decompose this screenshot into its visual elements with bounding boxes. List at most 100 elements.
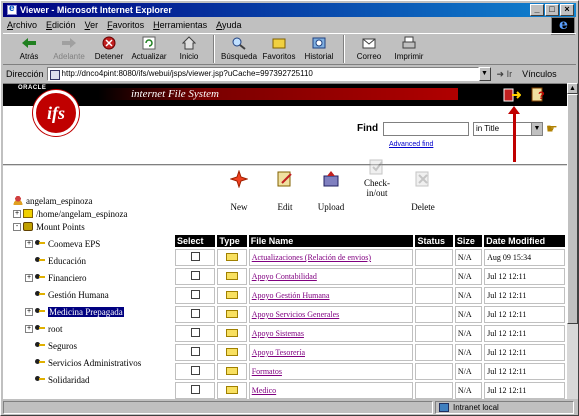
expand-icon[interactable]: + xyxy=(13,209,21,218)
tree-item-servicios-administrativos[interactable]: Servicios Administrativos xyxy=(35,356,141,369)
tree-item-solidaridad[interactable]: Solidaridad xyxy=(35,373,90,386)
key-icon xyxy=(35,324,45,333)
select-checkbox[interactable] xyxy=(190,309,200,318)
back-button[interactable]: Atrás xyxy=(9,34,49,64)
address-dropdown-button[interactable]: ▼ xyxy=(478,67,491,81)
mount-points-icon xyxy=(23,222,33,231)
select-checkbox[interactable] xyxy=(190,252,200,261)
expand-icon[interactable]: + xyxy=(25,324,33,333)
folder-icon xyxy=(226,271,239,280)
status-cell xyxy=(415,306,453,323)
tree-item-seguros[interactable]: Seguros xyxy=(35,339,77,352)
toolbar-separator xyxy=(213,35,215,63)
upload-label: Upload xyxy=(317,202,345,212)
menu-ver[interactable]: Ver xyxy=(85,20,99,30)
tree-item-label: Mount Points xyxy=(36,221,85,232)
type-cell xyxy=(217,249,247,266)
scroll-thumb[interactable] xyxy=(567,94,578,324)
ifs-logo: ifs xyxy=(33,90,79,136)
select-checkbox[interactable] xyxy=(190,290,200,299)
menu-ayuda[interactable]: Ayuda xyxy=(216,20,241,30)
key-icon xyxy=(35,239,45,248)
user-icon xyxy=(13,196,23,205)
frame-divider[interactable] xyxy=(3,164,567,167)
tree-item-gestion-humana[interactable]: Gestión Humana xyxy=(35,288,109,301)
mail-icon xyxy=(361,36,377,50)
tree-item-medicina-prepagada[interactable]: + Medicina Prepagada xyxy=(25,305,124,318)
advanced-find-link[interactable]: Advanced find xyxy=(389,141,433,148)
file-link[interactable]: Formatos xyxy=(252,367,282,376)
logout-icon[interactable] xyxy=(503,87,522,103)
ifs-header: ORACLE internet File System ? xyxy=(3,84,567,106)
file-link[interactable]: Apoyo Gestión Humana xyxy=(252,291,330,300)
select-checkbox[interactable] xyxy=(190,366,200,375)
checkinout-button[interactable]: Check-in/out xyxy=(357,158,397,198)
key-icon xyxy=(35,256,45,265)
file-link[interactable]: Apoyo Servicios Generales xyxy=(252,310,340,319)
menu-favoritos[interactable]: Favoritos xyxy=(107,20,144,30)
home-button[interactable]: Inicio xyxy=(169,34,209,64)
select-checkbox[interactable] xyxy=(190,271,200,280)
menu-edicion[interactable]: Edición xyxy=(46,20,76,30)
tree-item-educacion[interactable]: Educación xyxy=(35,254,86,267)
find-scope-select[interactable]: in Title ▼ xyxy=(473,122,543,136)
table-row: Apoyo Contabilidad N/A Jul 12 12:11 xyxy=(175,268,565,285)
go-button[interactable]: ➜ Ir xyxy=(497,69,513,80)
checkinout-icon xyxy=(368,158,386,176)
tree-item-home[interactable]: + /home/angelam_espinoza xyxy=(13,207,127,220)
upload-button[interactable]: Upload xyxy=(311,170,351,212)
stop-button[interactable]: Detener xyxy=(89,34,129,64)
title-bar: Viewer - Microsoft Internet Explorer _ □… xyxy=(3,3,576,17)
file-link[interactable]: Apoyo Tesorería xyxy=(252,348,305,357)
file-link[interactable]: Medico xyxy=(252,386,276,395)
help-icon[interactable]: ? xyxy=(531,87,549,103)
address-input[interactable]: http://dnco4pint:8080/ifs/webui/jsps/vie… xyxy=(46,67,479,81)
maximize-button[interactable]: □ xyxy=(545,4,559,16)
pointing-hand-icon[interactable]: ☛ xyxy=(546,121,558,137)
select-checkbox[interactable] xyxy=(190,328,200,337)
type-cell xyxy=(217,268,247,285)
scroll-up-button[interactable]: ▲ xyxy=(567,83,578,94)
mail-button[interactable]: Correo xyxy=(349,34,389,64)
expand-icon[interactable]: + xyxy=(25,273,33,282)
menu-archivo[interactable]: Archivo xyxy=(7,20,37,30)
edit-button[interactable]: Edit xyxy=(265,170,305,212)
select-checkbox[interactable] xyxy=(190,347,200,356)
menu-herramientas[interactable]: Herramientas xyxy=(153,20,207,30)
status-cell xyxy=(415,249,453,266)
find-input[interactable] xyxy=(383,122,469,136)
tree-item-coomeva[interactable]: + Coomeva EPS xyxy=(25,237,100,250)
file-link[interactable]: Apoyo Contabilidad xyxy=(252,272,317,281)
close-button[interactable]: × xyxy=(560,4,574,16)
refresh-label: Actualizar xyxy=(131,52,167,61)
size-cell: N/A xyxy=(454,344,483,361)
tree-item-root[interactable]: + root xyxy=(25,322,63,335)
expand-icon[interactable]: + xyxy=(25,307,33,316)
window-controls: _ □ × xyxy=(530,4,574,16)
refresh-button[interactable]: Actualizar xyxy=(129,34,169,64)
minimize-button[interactable]: _ xyxy=(530,4,544,16)
search-button[interactable]: Búsqueda xyxy=(219,34,259,64)
file-table: Select Type File Name Status Size Date M… xyxy=(173,233,567,399)
file-link[interactable]: Apoyo Sistemas xyxy=(252,329,304,338)
forward-button[interactable]: Adelante xyxy=(49,34,89,64)
tree-item-user[interactable]: angelam_espinoza xyxy=(13,194,92,207)
favorites-button[interactable]: Favoritos xyxy=(259,34,299,64)
select-checkbox[interactable] xyxy=(190,385,200,394)
delete-button[interactable]: Delete xyxy=(403,170,443,212)
search-label: Búsqueda xyxy=(220,52,258,61)
vertical-scrollbar[interactable]: ▲ xyxy=(567,83,578,399)
file-name-cell: Apoyo Tesorería xyxy=(248,344,414,361)
tree-item-financiero[interactable]: + Financiero xyxy=(25,271,87,284)
expand-icon[interactable]: + xyxy=(25,239,33,248)
key-icon xyxy=(35,273,45,282)
file-link[interactable]: Actualizaciones (Relación de envios) xyxy=(252,253,371,262)
new-button[interactable]: New xyxy=(219,169,259,212)
tree-item-mount-points[interactable]: - Mount Points xyxy=(13,220,85,233)
links-button[interactable]: Vínculos xyxy=(522,69,557,79)
history-button[interactable]: Historial xyxy=(299,34,339,64)
print-button[interactable]: Imprimir xyxy=(389,34,429,64)
folder-icon xyxy=(226,309,239,318)
collapse-icon[interactable]: - xyxy=(13,222,21,231)
size-cell: N/A xyxy=(454,325,483,342)
